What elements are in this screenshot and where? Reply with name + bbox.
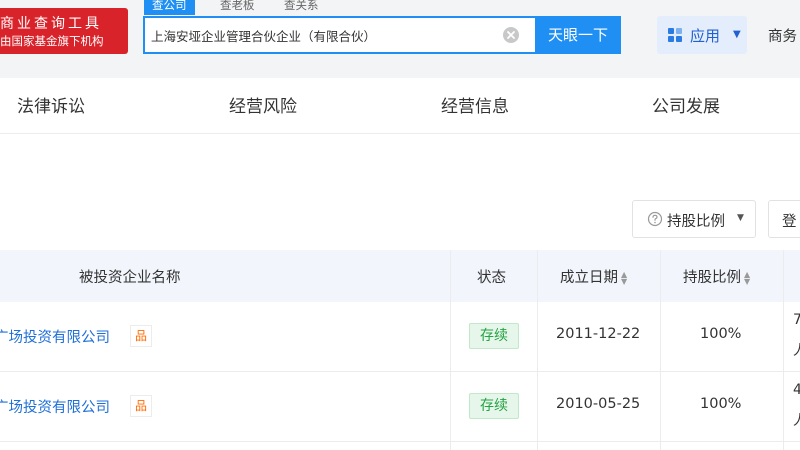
status-badge: 存续 — [469, 393, 519, 419]
truncated-cell-top: 4 — [793, 382, 800, 398]
business-link[interactable]: 商务 — [768, 25, 797, 46]
shareholding-filter-label: 持股比例 — [667, 214, 725, 230]
sort-icon: ▲ ▼ — [621, 270, 628, 286]
brand-badge[interactable]: 品 — [130, 325, 152, 347]
shareholding-ratio: 100% — [700, 326, 742, 342]
header-status: 状态 — [477, 270, 506, 286]
nav-risk[interactable]: 经营风险 — [229, 92, 297, 117]
header-date-label: 成立日期 — [560, 270, 618, 286]
caret-down-icon: ▼ — [733, 29, 741, 40]
brand-badge[interactable]: 品 — [130, 395, 152, 417]
tab-search-relation[interactable]: 查关系 — [284, 0, 319, 15]
header-date-sortable[interactable]: 成立日期 ▲ ▼ — [560, 266, 627, 287]
tab-search-boss[interactable]: 查老板 — [220, 0, 255, 15]
table-header: 被投资企业名称 状态 成立日期 ▲ ▼ 持股比例 ▲ ▼ — [0, 250, 800, 302]
nav-development[interactable]: 公司发展 — [652, 92, 720, 117]
table-row: 广场投资有限公司 品 存续 2011-12-22 100% 7 人 — [0, 302, 800, 372]
section-nav: 法律诉讼 经营风险 经营信息 公司发展 — [0, 78, 800, 134]
help-icon — [647, 211, 663, 227]
truncated-cell-top: 7 — [793, 312, 800, 328]
company-link[interactable]: 广场投资有限公司 — [0, 326, 110, 347]
header-company: 被投资企业名称 — [79, 270, 181, 286]
sort-icon: ▲ ▼ — [744, 270, 751, 286]
logo-line-1: 商业查询工具 — [0, 16, 102, 32]
tab-search-company[interactable]: 查公司 — [144, 0, 195, 15]
table-row: 广场投资有限公司 品 存续 2010-05-25 100% 4 人 — [0, 372, 800, 442]
established-date: 2010-05-25 — [556, 396, 641, 412]
shareholding-ratio: 100% — [700, 396, 742, 412]
nav-operation[interactable]: 经营信息 — [441, 92, 509, 117]
investment-table: 被投资企业名称 状态 成立日期 ▲ ▼ 持股比例 ▲ ▼ 广场投资有限公司 品 存续 2… — [0, 250, 800, 450]
truncated-cell-bottom: 人 — [793, 340, 800, 360]
nav-legal[interactable]: 法律诉讼 — [17, 92, 85, 117]
top-header: 商业查询工具 由国家基金旗下机构 查公司 查老板 查关系 天眼一下 应用 ▼ 商… — [0, 0, 800, 78]
shareholding-filter-dropdown[interactable]: 持股比例 ▼ — [632, 200, 756, 238]
company-link[interactable]: 广场投资有限公司 — [0, 396, 110, 417]
login-label: 登 — [782, 214, 797, 230]
caret-down-icon: ▼ — [737, 213, 744, 223]
search-input[interactable] — [151, 18, 501, 52]
header-ratio-label: 持股比例 — [683, 270, 741, 286]
apps-menu-button[interactable]: 应用 ▼ — [657, 16, 747, 54]
search-box: 天眼一下 — [143, 16, 621, 54]
grid-icon — [668, 28, 682, 42]
logo-line-2: 由国家基金旗下机构 — [0, 34, 104, 48]
status-badge: 存续 — [469, 323, 519, 349]
login-button[interactable]: 登 — [768, 200, 800, 238]
search-button[interactable]: 天眼一下 — [535, 16, 621, 54]
clear-icon[interactable] — [502, 26, 520, 44]
brand-logo[interactable]: 商业查询工具 由国家基金旗下机构 — [0, 8, 128, 54]
established-date: 2011-12-22 — [556, 326, 641, 342]
header-ratio-sortable[interactable]: 持股比例 ▲ ▼ — [683, 266, 750, 287]
apps-label: 应用 — [690, 27, 721, 45]
truncated-cell-bottom: 人 — [793, 410, 800, 430]
